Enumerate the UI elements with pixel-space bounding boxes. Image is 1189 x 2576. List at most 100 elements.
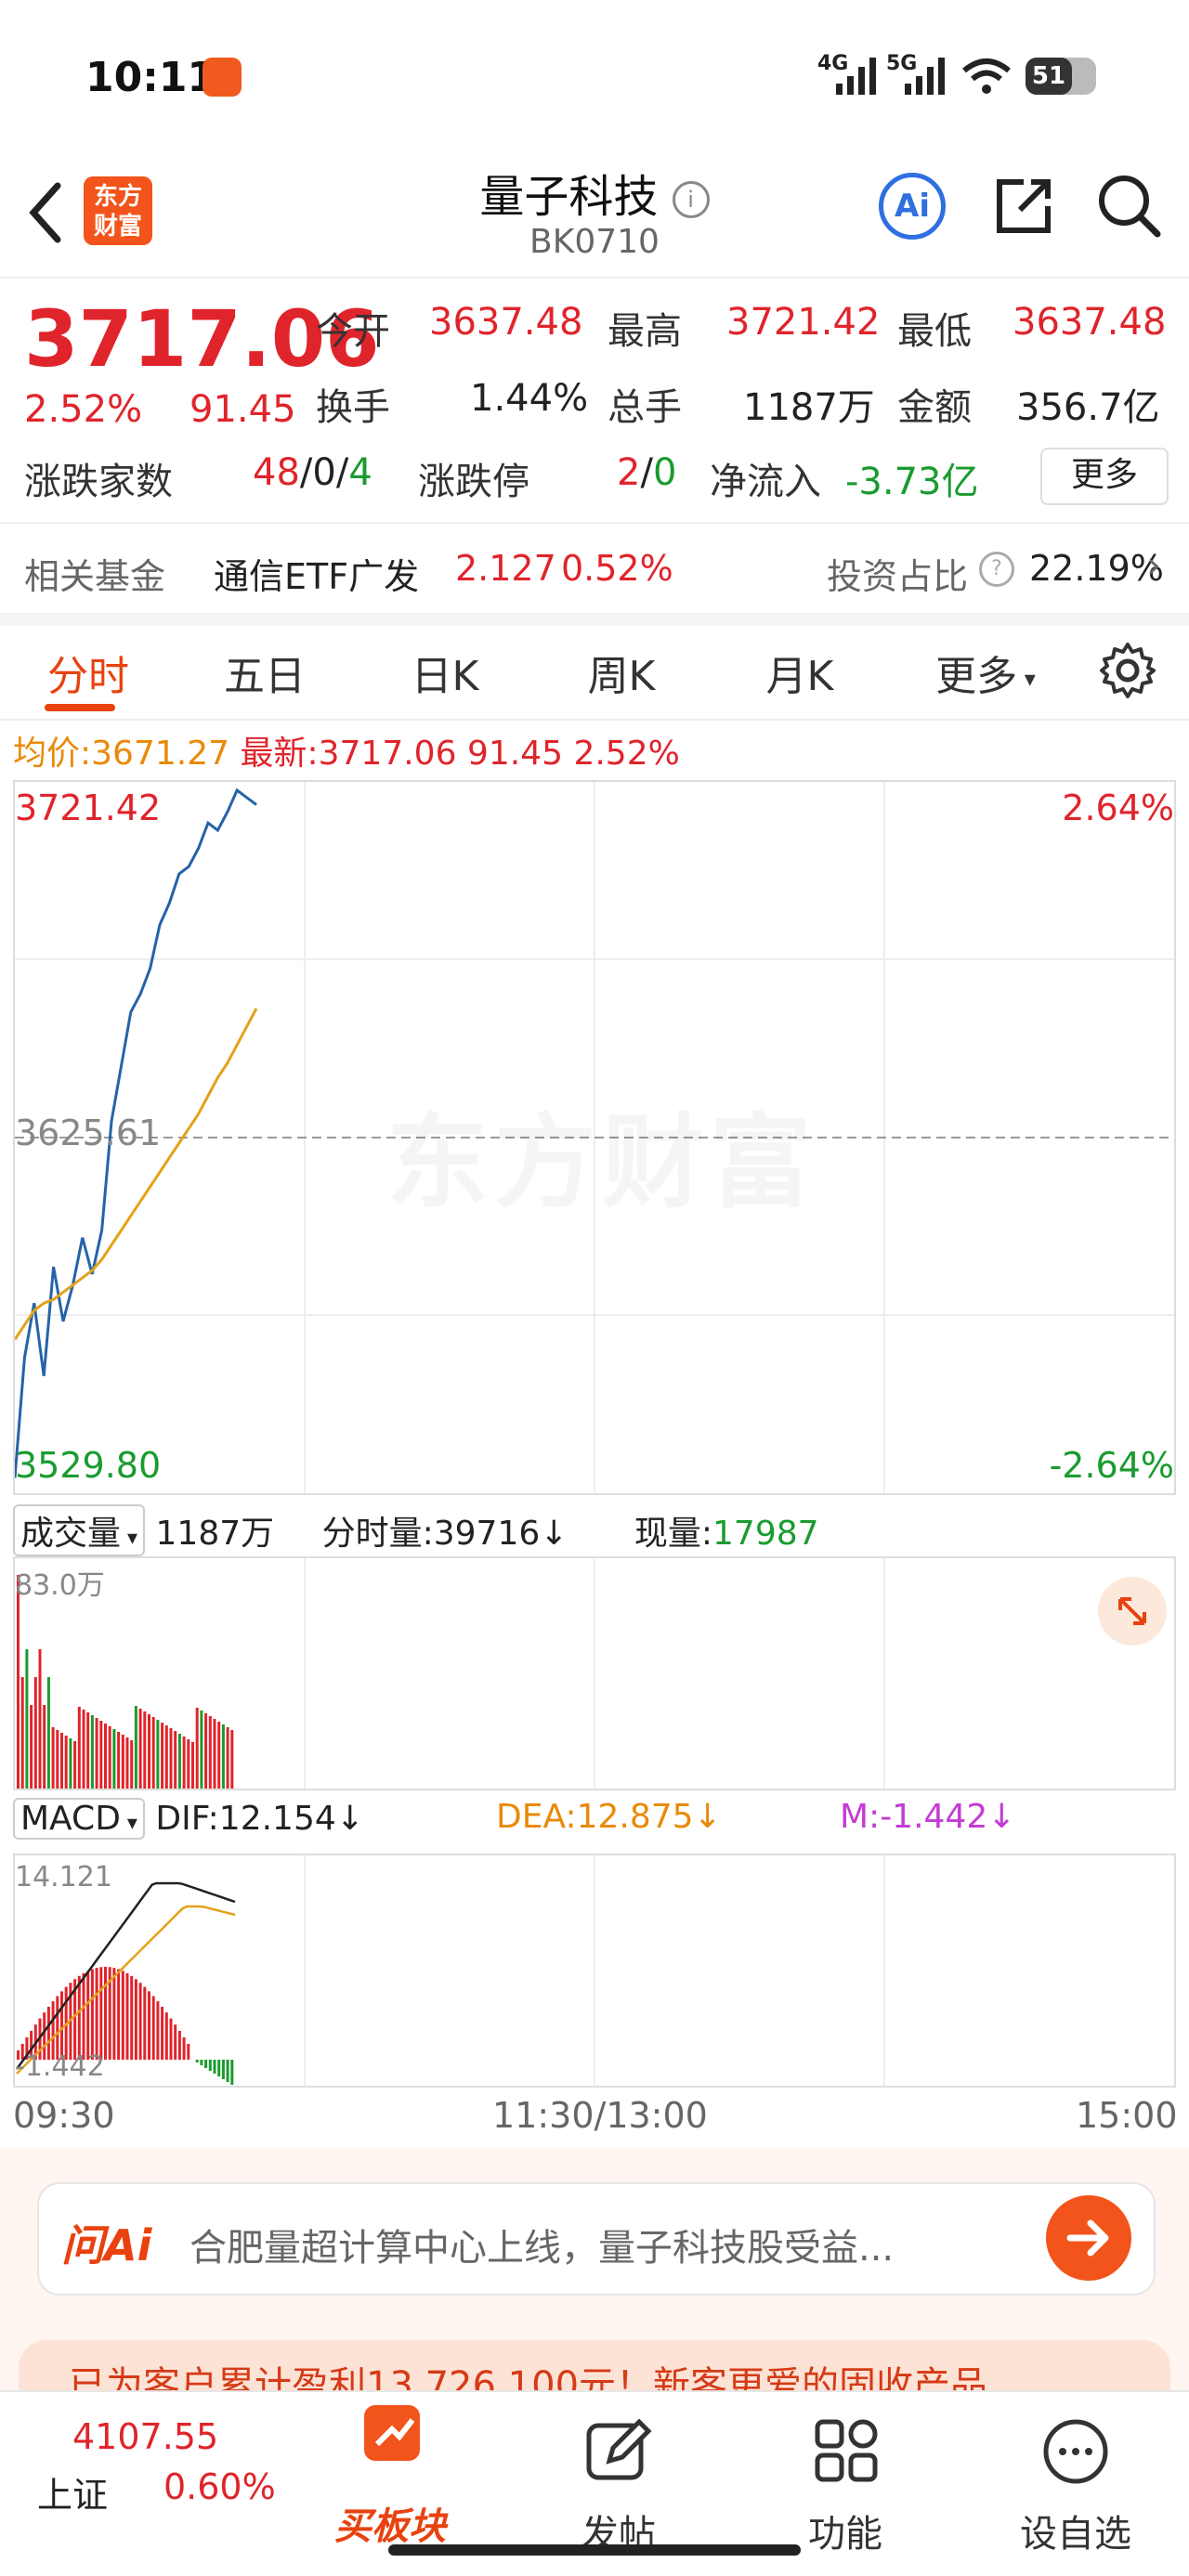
volume-bar — [221, 1724, 225, 1789]
volume-bar — [46, 1677, 50, 1789]
volume-bar — [156, 1720, 160, 1789]
wifi-icon — [962, 59, 1011, 94]
macd-bar — [82, 1972, 85, 2060]
turnover-label: 换手 — [316, 386, 390, 429]
netflow-value: -3.73亿 — [845, 461, 979, 503]
ai-assistant-button[interactable]: Ai — [879, 173, 946, 240]
ai-bar-text: 合肥量超计算中心上线，量子科技股受益... — [189, 2227, 895, 2270]
high-value: 3721.42 — [726, 301, 881, 344]
buy-board-icon — [364, 2405, 420, 2461]
macd-bar — [99, 1967, 103, 2060]
volume-bar — [33, 1677, 37, 1789]
macd-bar — [217, 2060, 221, 2076]
macd-bar — [200, 2060, 203, 2065]
change-amount: 91.45 — [189, 388, 296, 431]
tab-five-day[interactable]: 五日 — [214, 643, 316, 702]
m-value: M:-1.442↓ — [840, 1798, 1016, 1836]
expand-button[interactable] — [1098, 1577, 1167, 1646]
macd-bar — [208, 2060, 212, 2071]
low-label: 最低 — [897, 310, 972, 353]
nav-add-watchlist[interactable]: 设自选 — [992, 2504, 1159, 2557]
macd-bar — [77, 1975, 81, 2060]
tab-intraday[interactable]: 分时 — [37, 643, 139, 702]
macd-bar — [230, 2060, 234, 2085]
open-label: 今开 — [316, 310, 390, 353]
volume-bar — [204, 1713, 208, 1789]
macd-bar — [104, 1967, 107, 2060]
macd-selector[interactable]: MACD ▾ — [13, 1798, 145, 1840]
settings-gear-icon[interactable] — [1098, 641, 1157, 700]
index-value[interactable]: 4107.55 — [72, 2416, 218, 2457]
macd-bar — [213, 2060, 216, 2074]
netflow-label: 净流入 — [710, 461, 821, 503]
ai-send-button[interactable] — [1046, 2195, 1131, 2281]
dea-value: DEA:12.875↓ — [496, 1798, 722, 1836]
volume-bar — [195, 1708, 199, 1789]
volume-selector[interactable]: 成交量 ▾ — [13, 1504, 146, 1556]
fund-name[interactable]: 通信ETF广发 — [214, 548, 419, 599]
ratio-label: 投资占比 — [827, 556, 969, 597]
high-label: 最高 — [608, 310, 682, 353]
volume-bar — [117, 1732, 121, 1789]
fund-pct: 0.52% — [561, 548, 673, 589]
intraday-chart[interactable]: 东方财富 3721.42 3625.61 3529.80 2.64% -2.64… — [13, 780, 1176, 1495]
add-watchlist-icon[interactable] — [1039, 2414, 1113, 2489]
function-grid-icon[interactable] — [810, 2414, 884, 2489]
volume-bar — [17, 1575, 20, 1789]
share-icon[interactable] — [992, 175, 1055, 238]
volume-bar — [82, 1710, 85, 1789]
dropdown-triangle-icon: ▾ — [120, 1812, 137, 1835]
macd-bar — [95, 1968, 98, 2060]
tab-more[interactable]: 更多 ▾ — [925, 643, 1046, 702]
limit-values: 2/0 — [617, 451, 677, 494]
info-icon[interactable]: i — [672, 181, 710, 218]
volume-bar — [86, 1712, 90, 1789]
volume-bar — [148, 1714, 150, 1789]
volume-bar — [104, 1724, 107, 1789]
macd-bar — [187, 2043, 190, 2060]
macd-chart[interactable]: 14.121 -1.442 — [13, 1854, 1176, 2088]
fund-label: 相关基金 — [24, 556, 166, 597]
index-name[interactable]: 上证 — [37, 2466, 108, 2517]
open-value: 3637.48 — [429, 301, 583, 344]
macd-bar — [151, 1996, 155, 2060]
more-button[interactable]: 更多 — [1040, 448, 1169, 505]
volume-chart[interactable]: 83.0万 — [13, 1556, 1176, 1790]
limit-label: 涨跌停 — [418, 461, 529, 503]
tab-monthly-k[interactable]: 月K — [749, 643, 851, 702]
time-axis-end: 15:00 — [1076, 2095, 1178, 2136]
volume-bar — [230, 1730, 234, 1789]
breadth-label: 涨跌家数 — [24, 461, 173, 503]
ai-question-bar[interactable]: 问Ai 合肥量超计算中心上线，量子科技股受益... — [37, 2182, 1156, 2296]
notification-app-icon — [203, 58, 242, 97]
status-time: 10:11 — [85, 54, 216, 101]
volume-bar — [51, 1727, 55, 1789]
volume-bar — [169, 1728, 173, 1789]
macd-bar — [177, 2030, 181, 2060]
post-edit-icon[interactable] — [581, 2414, 656, 2489]
macd-bar — [195, 2060, 199, 2062]
tab-weekly-k[interactable]: 周K — [570, 643, 673, 702]
volume-bar — [43, 1705, 46, 1789]
tab-daily-k[interactable]: 日K — [394, 643, 496, 702]
macd-bar — [125, 1972, 129, 2060]
macd-bar — [130, 1975, 134, 2060]
volume-bar — [134, 1706, 137, 1789]
fund-price: 2.127 — [455, 548, 556, 589]
volume-bar — [30, 1705, 33, 1789]
battery-level: 51 — [1026, 58, 1072, 95]
macd-bar — [138, 1983, 142, 2060]
help-icon[interactable]: ? — [979, 552, 1014, 587]
intraday-info-line: 均价:3671.27 最新:3717.06 91.45 2.52% — [13, 735, 680, 773]
volume-label: 总手 — [608, 386, 682, 429]
volume-max-label: 83.0万 — [15, 1569, 105, 1602]
watermark: 东方财富 — [386, 1079, 817, 1228]
y-axis-mid-label: 3625.61 — [15, 1112, 162, 1153]
volume-bar — [77, 1707, 81, 1789]
related-fund-row[interactable]: 相关基金 通信ETF广发 2.127 0.52% 投资占比 ? 22.19% › — [0, 524, 1189, 626]
expand-icon — [1118, 1597, 1146, 1625]
chart-tabs: 分时 五日 日K 周K 月K 更多 ▾ — [0, 626, 1189, 721]
amount-label: 金额 — [897, 386, 972, 429]
search-icon[interactable] — [1096, 173, 1163, 240]
macd-bar — [221, 2060, 225, 2079]
